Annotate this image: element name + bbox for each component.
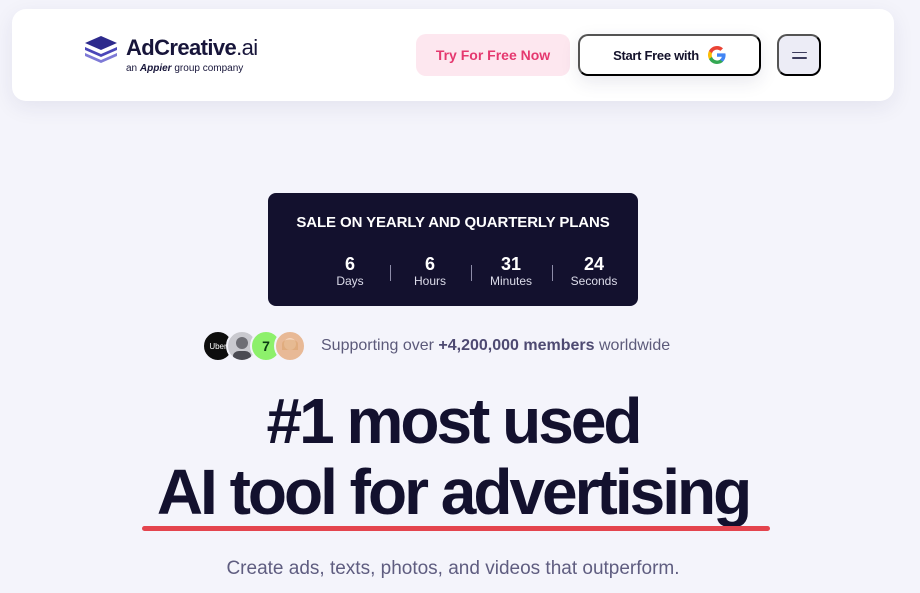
countdown-seconds: 24 Seconds — [570, 254, 618, 288]
countdown-timer: 6 Days 6 Hours 31 Minutes 24 Seconds — [316, 254, 617, 291]
top-navbar: AdCreative.ai an Appier group company Tr… — [12, 9, 894, 101]
start-free-label: Start Free with — [613, 47, 699, 63]
countdown-divider — [390, 265, 391, 281]
countdown-days: 6 Days — [336, 254, 364, 288]
person-avatar-icon — [274, 330, 306, 362]
menu-button[interactable] — [777, 34, 821, 76]
countdown-minutes: 31 Minutes — [489, 254, 533, 288]
try-for-free-button[interactable]: Try For Free Now — [416, 34, 570, 76]
start-free-with-google-button[interactable]: Start Free with — [578, 34, 761, 76]
supporting-members-text: Supporting over +4,200,000 members world… — [321, 337, 671, 354]
hero-line-1: #1 most used — [266, 385, 642, 457]
countdown-divider — [471, 265, 472, 281]
countdown-hours: 6 Hours — [413, 254, 446, 288]
hero-headline: #1 most used AI tool for advertising — [0, 385, 906, 528]
adcreative-logo[interactable]: AdCreative.ai an Appier group company — [84, 33, 258, 77]
sale-banner[interactable]: SALE ON YEARLY AND QUARTERLY PLANS 6 Day… — [268, 193, 638, 306]
sale-title: SALE ON YEARLY AND QUARTERLY PLANS — [296, 214, 610, 231]
hero-line-2: AI tool for advertising — [156, 456, 752, 528]
social-proof: Uber 7 Supporting over +4,200,000 member… — [202, 330, 722, 362]
hamburger-menu-icon — [791, 51, 807, 59]
google-g-icon — [707, 46, 726, 64]
hero-subtitle: Create ads, texts, photos, and videos th… — [226, 558, 680, 579]
stacked-layers-logo-icon — [85, 36, 117, 63]
logo-wordmark: AdCreative.ai — [126, 35, 258, 60]
countdown-divider — [552, 265, 553, 281]
logo-tagline: an Appier group company — [126, 63, 244, 74]
headline-underline — [142, 526, 770, 531]
